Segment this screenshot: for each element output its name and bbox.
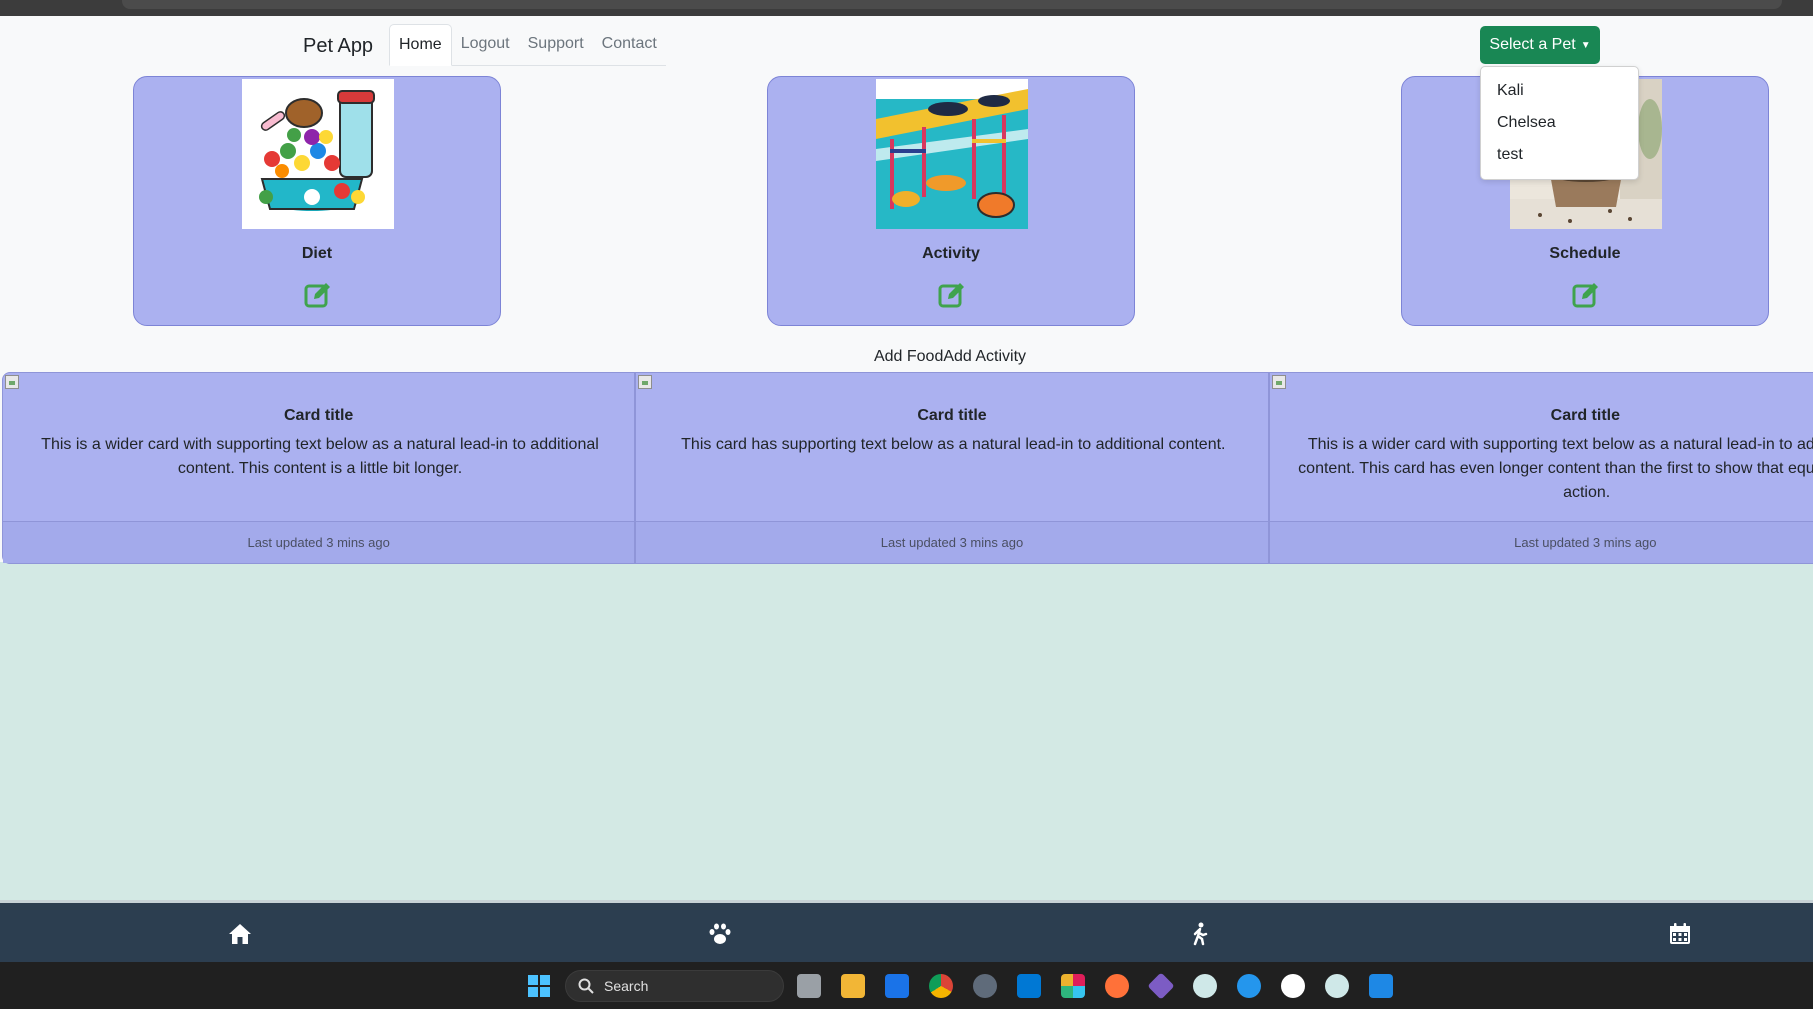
taskbar-search-input[interactable]: Search — [565, 970, 784, 1002]
pet-dropdown-menu: Kali Chelsea test — [1480, 66, 1639, 180]
mail-icon[interactable] — [885, 974, 909, 998]
slack-icon[interactable] — [1061, 974, 1085, 998]
card-footer: Last updated 3 mins ago — [1269, 521, 1813, 563]
windows-taskbar: Search — [0, 962, 1813, 1009]
card-text: This is a wider card with supporting tex… — [41, 436, 599, 477]
broken-image-icon — [1271, 375, 1286, 389]
task-view-icon[interactable] — [797, 974, 821, 998]
info-card: Card title This is a wider card with sup… — [1268, 372, 1813, 564]
nav-support[interactable]: Support — [519, 24, 593, 66]
caret-down-icon: ▼ — [1580, 39, 1591, 51]
file-explorer-icon[interactable] — [841, 974, 865, 998]
dropdown-item-kali[interactable]: Kali — [1481, 75, 1638, 107]
card-footer: Last updated 3 mins ago — [3, 521, 635, 563]
browser-url-bar[interactable] — [122, 0, 1782, 9]
firefox-icon[interactable] — [1105, 974, 1129, 998]
browser-top-strip — [0, 0, 1813, 16]
info-card: Card title This is a wider card with sup… — [2, 372, 636, 564]
windows-start-icon[interactable] — [527, 974, 551, 998]
edit-icon[interactable] — [1572, 281, 1600, 309]
dropdown-item-chelsea[interactable]: Chelsea — [1481, 107, 1638, 139]
select-pet-button[interactable]: Select a Pet ▼ — [1480, 26, 1600, 64]
select-pet-label: Select a Pet — [1489, 36, 1576, 53]
card-text: This card has supporting text below as a… — [681, 436, 1226, 453]
chrome-icon[interactable] — [929, 974, 953, 998]
add-food-link[interactable]: Add Food — [874, 348, 943, 365]
info-card: Card title This card has supporting text… — [635, 372, 1269, 564]
calendar-icon[interactable] — [1667, 921, 1693, 947]
broken-image-icon — [5, 375, 19, 389]
feature-title-diet: Diet — [301, 245, 333, 262]
home-icon[interactable] — [227, 921, 253, 947]
search-placeholder: Search — [604, 978, 649, 994]
vscode-icon[interactable] — [1017, 974, 1041, 998]
nav-contact[interactable]: Contact — [593, 24, 666, 66]
bottom-app-nav — [0, 900, 1813, 962]
photos-icon[interactable] — [1369, 974, 1393, 998]
feature-card-activity[interactable]: Activity — [767, 76, 1135, 326]
card-group: Card title This is a wider card with sup… — [2, 372, 1813, 564]
app-globe-icon[interactable] — [1193, 974, 1217, 998]
feature-title-activity: Activity — [922, 245, 980, 262]
nav-home[interactable]: Home — [389, 24, 452, 66]
mongodb-icon[interactable] — [1281, 974, 1305, 998]
search-icon — [578, 978, 594, 994]
paw-icon[interactable] — [707, 921, 733, 947]
git-icon[interactable] — [1147, 972, 1175, 1000]
add-links: Add FoodAdd Activity — [0, 348, 1813, 366]
feature-card-diet[interactable]: Diet — [133, 76, 501, 326]
docker-icon[interactable] — [1237, 974, 1261, 998]
brand-logo[interactable]: Pet App — [303, 35, 373, 58]
activity-image — [876, 79, 1028, 229]
walking-icon[interactable] — [1187, 921, 1213, 947]
settings-gear-icon[interactable] — [973, 974, 997, 998]
app-globe-icon-2[interactable] — [1325, 974, 1349, 998]
dropdown-item-test[interactable]: test — [1481, 139, 1638, 171]
nav-logout[interactable]: Logout — [452, 24, 519, 66]
diet-image — [242, 79, 394, 229]
edit-icon[interactable] — [304, 281, 332, 309]
card-footer: Last updated 3 mins ago — [636, 521, 1268, 563]
nav-tabs: Home Logout Support Contact — [389, 24, 666, 66]
card-title: Card title — [1550, 407, 1620, 424]
broken-image-icon — [638, 375, 653, 389]
card-title: Card title — [283, 407, 354, 424]
card-title: Card title — [917, 407, 987, 424]
feature-title-schedule: Schedule — [1549, 245, 1621, 262]
card-text: This is a wider card with supporting tex… — [1298, 436, 1813, 501]
edit-icon[interactable] — [938, 281, 966, 309]
add-activity-link[interactable]: Add Activity — [943, 348, 1026, 365]
